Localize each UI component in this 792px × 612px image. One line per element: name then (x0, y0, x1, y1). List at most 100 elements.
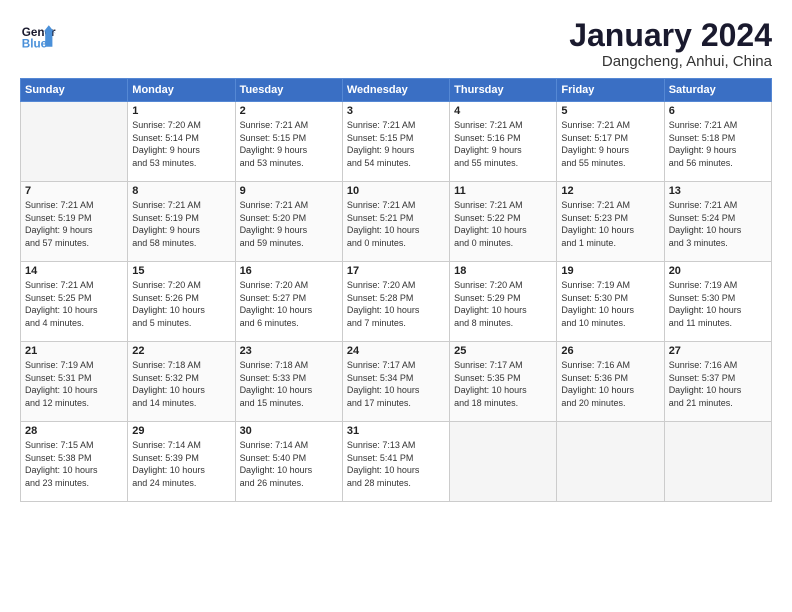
cell-content: Sunrise: 7:18 AMSunset: 5:32 PMDaylight:… (132, 359, 230, 409)
day-number: 13 (669, 185, 767, 197)
cell-content: Sunrise: 7:16 AMSunset: 5:37 PMDaylight:… (669, 359, 767, 409)
weekday-header-tuesday: Tuesday (235, 79, 342, 102)
cell-content: Sunrise: 7:20 AMSunset: 5:27 PMDaylight:… (240, 279, 338, 329)
cell-content: Sunrise: 7:21 AMSunset: 5:17 PMDaylight:… (561, 119, 659, 169)
day-number: 30 (240, 425, 338, 437)
calendar-cell (664, 422, 771, 502)
calendar-week-5: 28Sunrise: 7:15 AMSunset: 5:38 PMDayligh… (21, 422, 772, 502)
calendar-cell: 19Sunrise: 7:19 AMSunset: 5:30 PMDayligh… (557, 262, 664, 342)
day-number: 11 (454, 185, 552, 197)
weekday-header-thursday: Thursday (450, 79, 557, 102)
calendar-week-1: 1Sunrise: 7:20 AMSunset: 5:14 PMDaylight… (21, 102, 772, 182)
cell-content: Sunrise: 7:21 AMSunset: 5:19 PMDaylight:… (25, 199, 123, 249)
calendar-cell (450, 422, 557, 502)
day-number: 9 (240, 185, 338, 197)
calendar-cell: 28Sunrise: 7:15 AMSunset: 5:38 PMDayligh… (21, 422, 128, 502)
weekday-header-wednesday: Wednesday (342, 79, 449, 102)
cell-content: Sunrise: 7:21 AMSunset: 5:18 PMDaylight:… (669, 119, 767, 169)
calendar-table: SundayMondayTuesdayWednesdayThursdayFrid… (20, 78, 772, 502)
cell-content: Sunrise: 7:21 AMSunset: 5:25 PMDaylight:… (25, 279, 123, 329)
calendar-cell: 31 Sunrise: 7:13 AMSunset: 5:41 PMDayligh… (342, 422, 449, 502)
cell-content: Sunrise: 7:21 AMSunset: 5:22 PMDaylight:… (454, 199, 552, 249)
cell-content: Sunrise: 7:17 AMSunset: 5:35 PMDaylight:… (454, 359, 552, 409)
logo-icon: General Blue (20, 18, 56, 54)
calendar-cell: 15Sunrise: 7:20 AMSunset: 5:26 PMDayligh… (128, 262, 235, 342)
calendar-cell (21, 102, 128, 182)
calendar-cell: 29Sunrise: 7:14 AMSunset: 5:39 PMDayligh… (128, 422, 235, 502)
logo: General Blue (20, 18, 60, 54)
weekday-header-saturday: Saturday (664, 79, 771, 102)
month-title: January 2024 (569, 18, 772, 53)
day-number: 21 (25, 345, 123, 357)
day-number: 27 (669, 345, 767, 357)
calendar-cell: 5 Sunrise: 7:21 AMSunset: 5:17 PMDaylight… (557, 102, 664, 182)
calendar-cell: 1Sunrise: 7:20 AMSunset: 5:14 PMDaylight… (128, 102, 235, 182)
calendar-week-2: 7 Sunrise: 7:21 AMSunset: 5:19 PMDaylight… (21, 182, 772, 262)
cell-content: Sunrise: 7:21 AMSunset: 5:15 PMDaylight:… (240, 119, 338, 169)
calendar-cell: 10 Sunrise: 7:21 AMSunset: 5:21 PMDayligh… (342, 182, 449, 262)
cell-content: Sunrise: 7:17 AMSunset: 5:34 PMDaylight:… (347, 359, 445, 409)
day-number: 18 (454, 265, 552, 277)
day-number: 6 (669, 105, 767, 117)
calendar-cell: 13 Sunrise: 7:21 AMSunset: 5:24 PMDayligh… (664, 182, 771, 262)
calendar-cell: 2 Sunrise: 7:21 AMSunset: 5:15 PMDaylight… (235, 102, 342, 182)
cell-content: Sunrise: 7:21 AMSunset: 5:16 PMDaylight:… (454, 119, 552, 169)
calendar-cell (557, 422, 664, 502)
cell-content: Sunrise: 7:20 AMSunset: 5:28 PMDaylight:… (347, 279, 445, 329)
title-block: January 2024 Dangcheng, Anhui, China (569, 18, 772, 70)
day-number: 26 (561, 345, 659, 357)
cell-content: Sunrise: 7:21 AMSunset: 5:24 PMDaylight:… (669, 199, 767, 249)
day-number: 12 (561, 185, 659, 197)
day-number: 14 (25, 265, 123, 277)
calendar-cell: 27 Sunrise: 7:16 AMSunset: 5:37 PMDayligh… (664, 342, 771, 422)
day-number: 7 (25, 185, 123, 197)
cell-content: Sunrise: 7:18 AMSunset: 5:33 PMDaylight:… (240, 359, 338, 409)
cell-content: Sunrise: 7:21 AMSunset: 5:15 PMDaylight:… (347, 119, 445, 169)
day-number: 5 (561, 105, 659, 117)
day-number: 31 (347, 425, 445, 437)
calendar-cell: 12 Sunrise: 7:21 AMSunset: 5:23 PMDayligh… (557, 182, 664, 262)
day-number: 25 (454, 345, 552, 357)
day-number: 2 (240, 105, 338, 117)
calendar-cell: 20Sunrise: 7:19 AMSunset: 5:30 PMDayligh… (664, 262, 771, 342)
day-number: 17 (347, 265, 445, 277)
day-number: 4 (454, 105, 552, 117)
calendar-cell: 26 Sunrise: 7:16 AMSunset: 5:36 PMDayligh… (557, 342, 664, 422)
calendar-cell: 11 Sunrise: 7:21 AMSunset: 5:22 PMDayligh… (450, 182, 557, 262)
calendar-cell: 8 Sunrise: 7:21 AMSunset: 5:19 PMDaylight… (128, 182, 235, 262)
cell-content: Sunrise: 7:21 AMSunset: 5:23 PMDaylight:… (561, 199, 659, 249)
calendar-cell: 23Sunrise: 7:18 AMSunset: 5:33 PMDayligh… (235, 342, 342, 422)
calendar-cell: 14 Sunrise: 7:21 AMSunset: 5:25 PMDayligh… (21, 262, 128, 342)
location-subtitle: Dangcheng, Anhui, China (569, 53, 772, 70)
cell-content: Sunrise: 7:20 AMSunset: 5:29 PMDaylight:… (454, 279, 552, 329)
day-number: 22 (132, 345, 230, 357)
day-number: 24 (347, 345, 445, 357)
cell-content: Sunrise: 7:16 AMSunset: 5:36 PMDaylight:… (561, 359, 659, 409)
day-number: 8 (132, 185, 230, 197)
calendar-cell: 7 Sunrise: 7:21 AMSunset: 5:19 PMDaylight… (21, 182, 128, 262)
day-number: 15 (132, 265, 230, 277)
calendar-cell: 16 Sunrise: 7:20 AMSunset: 5:27 PMDayligh… (235, 262, 342, 342)
day-number: 19 (561, 265, 659, 277)
calendar-cell: 6 Sunrise: 7:21 AMSunset: 5:18 PMDaylight… (664, 102, 771, 182)
cell-content: Sunrise: 7:21 AMSunset: 5:20 PMDaylight:… (240, 199, 338, 249)
cell-content: Sunrise: 7:14 AMSunset: 5:40 PMDaylight:… (240, 439, 338, 489)
day-number: 28 (25, 425, 123, 437)
day-number: 1 (132, 105, 230, 117)
cell-content: Sunrise: 7:21 AMSunset: 5:19 PMDaylight:… (132, 199, 230, 249)
day-number: 16 (240, 265, 338, 277)
calendar-cell: 30 Sunrise: 7:14 AMSunset: 5:40 PMDayligh… (235, 422, 342, 502)
cell-content: Sunrise: 7:19 AMSunset: 5:31 PMDaylight:… (25, 359, 123, 409)
svg-text:Blue: Blue (22, 38, 48, 51)
cell-content: Sunrise: 7:21 AMSunset: 5:21 PMDaylight:… (347, 199, 445, 249)
calendar-cell: 21 Sunrise: 7:19 AMSunset: 5:31 PMDayligh… (21, 342, 128, 422)
day-number: 3 (347, 105, 445, 117)
calendar-cell: 4 Sunrise: 7:21 AMSunset: 5:16 PMDaylight… (450, 102, 557, 182)
weekday-header-friday: Friday (557, 79, 664, 102)
calendar-week-4: 21 Sunrise: 7:19 AMSunset: 5:31 PMDayligh… (21, 342, 772, 422)
day-number: 10 (347, 185, 445, 197)
weekday-header-monday: Monday (128, 79, 235, 102)
cell-content: Sunrise: 7:13 AMSunset: 5:41 PMDaylight:… (347, 439, 445, 489)
weekday-header-sunday: Sunday (21, 79, 128, 102)
calendar-week-3: 14 Sunrise: 7:21 AMSunset: 5:25 PMDayligh… (21, 262, 772, 342)
